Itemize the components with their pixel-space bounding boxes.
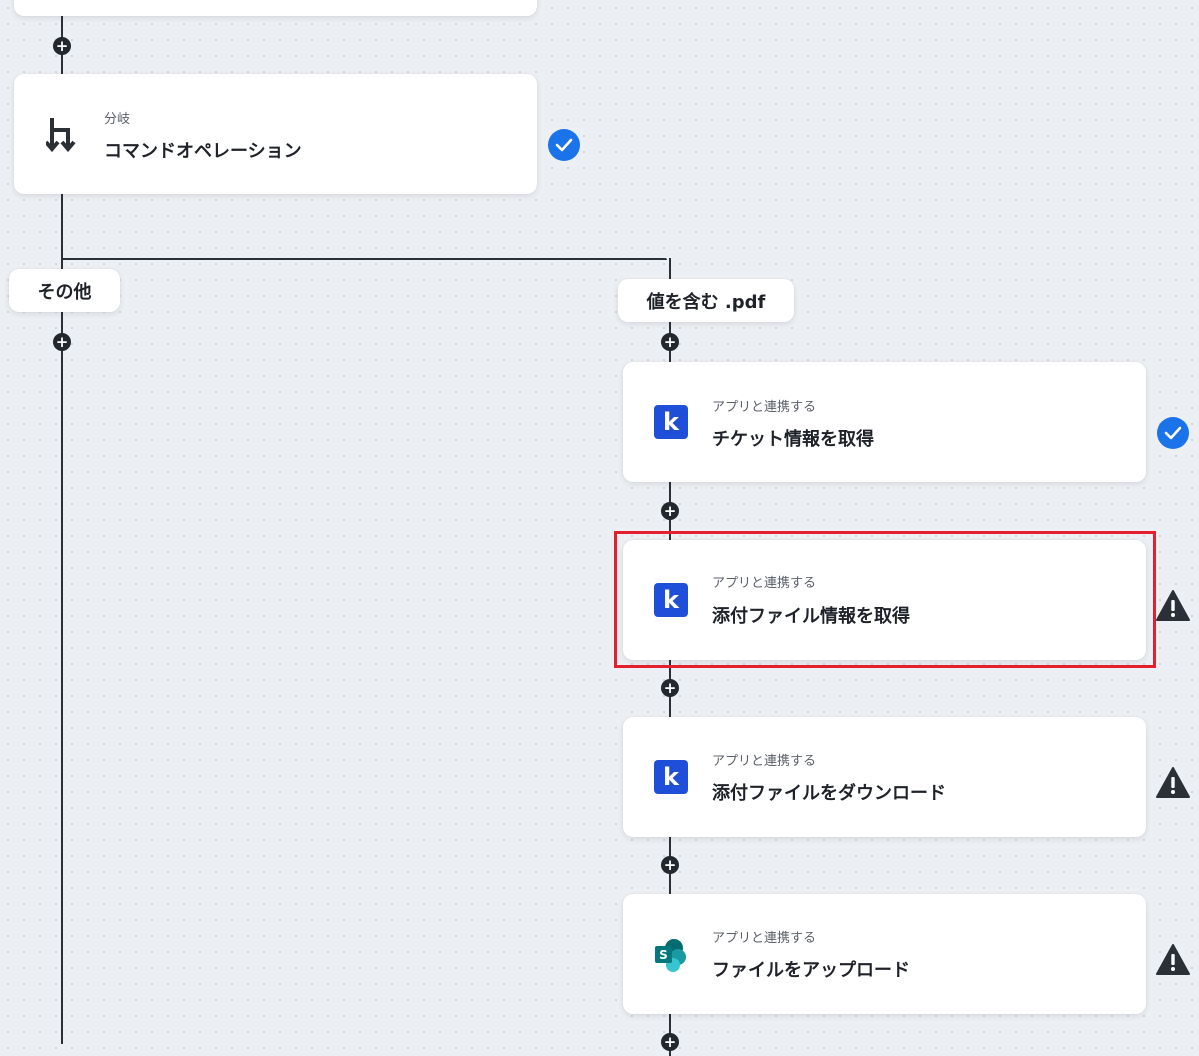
- branch-label-contains[interactable]: 値を含む .pdf: [618, 279, 794, 322]
- add-step-button[interactable]: +: [661, 333, 679, 351]
- check-icon: [1157, 417, 1189, 449]
- step-title: コマンドオペレーション: [104, 141, 302, 162]
- add-step-button[interactable]: +: [53, 37, 71, 55]
- kintone-icon: k: [654, 760, 688, 794]
- step-card[interactable]: k アプリと連携する チケット情報を取得: [623, 362, 1146, 482]
- kintone-icon: k: [654, 405, 688, 439]
- step-title: ファイルをアップロード: [712, 960, 910, 981]
- check-icon: [548, 129, 580, 161]
- add-step-button[interactable]: +: [661, 856, 679, 874]
- add-step-button[interactable]: +: [661, 679, 679, 697]
- warning-icon: [1156, 767, 1190, 798]
- add-step-button[interactable]: +: [661, 1033, 679, 1051]
- step-label: アプリと連携する: [712, 754, 817, 769]
- step-label: アプリと連携する: [712, 400, 817, 415]
- sharepoint-icon: S: [652, 937, 688, 977]
- step-title: チケット情報を取得: [712, 429, 874, 450]
- branch-horizontal-line: [61, 258, 667, 260]
- step-card[interactable]: S アプリと連携する ファイルをアップロード: [623, 894, 1146, 1014]
- add-step-button[interactable]: +: [53, 333, 71, 351]
- step-card[interactable]: k アプリと連携する 添付ファイルをダウンロード: [623, 717, 1146, 837]
- previous-step-card[interactable]: [14, 0, 537, 16]
- selection-highlight: [614, 531, 1156, 668]
- warning-icon: [1156, 944, 1190, 975]
- warning-icon: [1156, 590, 1190, 621]
- branch-icon: [44, 116, 80, 156]
- step-title: 添付ファイルをダウンロード: [712, 783, 946, 804]
- branch-step-card[interactable]: 分岐 コマンドオペレーション: [14, 74, 537, 194]
- step-label: アプリと連携する: [712, 931, 817, 946]
- add-step-button[interactable]: +: [661, 502, 679, 520]
- svg-text:S: S: [659, 948, 668, 962]
- branch-label-other[interactable]: その他: [9, 269, 120, 312]
- step-label: 分岐: [104, 112, 131, 127]
